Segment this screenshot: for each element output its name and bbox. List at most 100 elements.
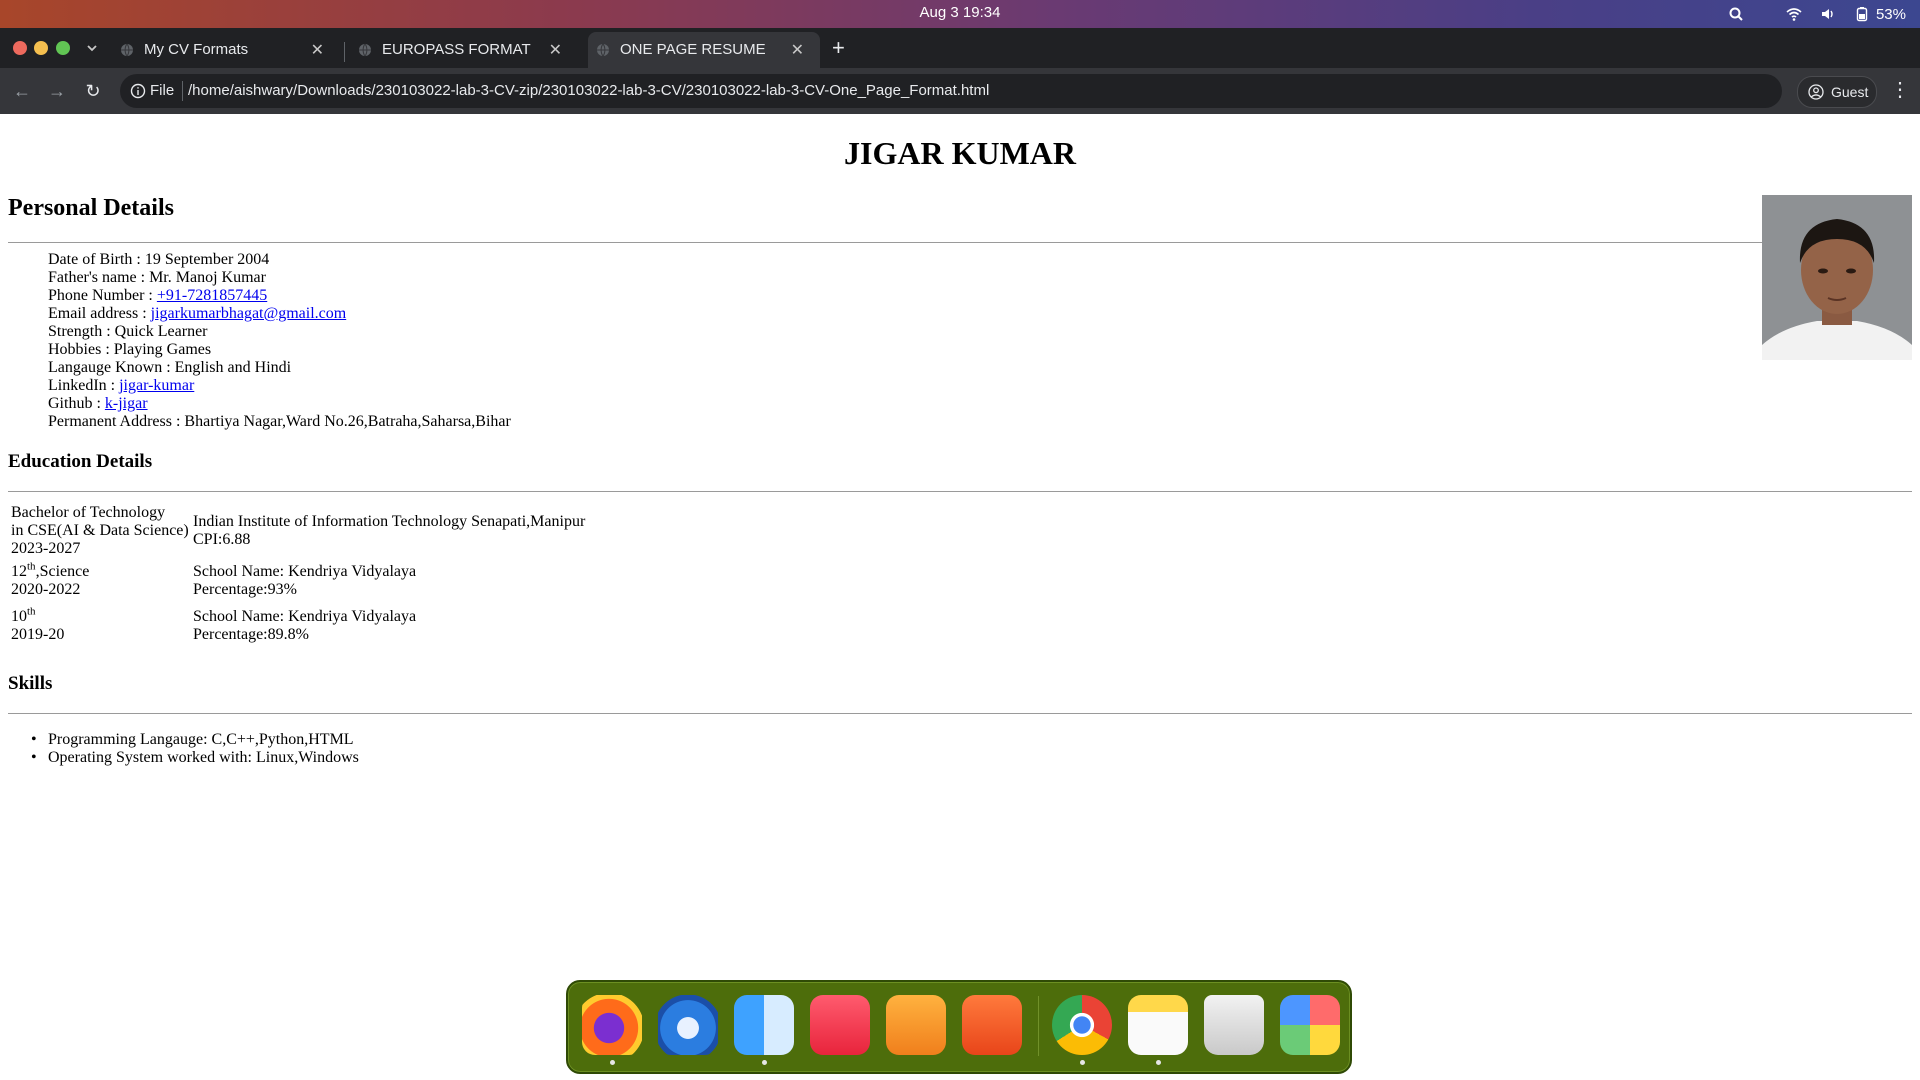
- wifi-icon[interactable]: [1786, 6, 1802, 22]
- globe-icon: [121, 43, 133, 57]
- running-indicator: [762, 1060, 767, 1065]
- languages-label: Langauge Known :: [48, 359, 175, 376]
- personal-details-list: Date of Birth : 19 September 2004 Father…: [48, 251, 511, 431]
- strength-row: Strength : Quick Learner: [48, 323, 511, 341]
- degree-line1: Bachelor of Technology: [11, 504, 166, 521]
- grade-years: 2020-2022: [11, 581, 81, 598]
- institute-score: CPI:6.88: [193, 531, 251, 548]
- divider: [8, 713, 1912, 714]
- education-row-10th-school: School Name: Kendriya Vidyalaya Percenta…: [193, 608, 416, 644]
- profile-icon: [1808, 84, 1824, 100]
- resume-name: JIGAR KUMAR: [844, 135, 1076, 171]
- tab-title: EUROPASS FORMAT: [382, 41, 531, 58]
- languages-row: Langauge Known : English and Hindi: [48, 359, 511, 377]
- education-row-12th: 12th,Science 2020-2022: [11, 560, 89, 599]
- firefox-icon[interactable]: [582, 995, 642, 1055]
- divider: [8, 242, 1762, 243]
- search-icon[interactable]: [1728, 6, 1744, 22]
- father-value: Mr. Manoj Kumar: [149, 269, 266, 286]
- address-bar[interactable]: File /home/aishwary/Downloads/230103022-…: [120, 74, 1782, 108]
- linkedin-row: LinkedIn : jigar-kumar: [48, 377, 511, 395]
- music-icon[interactable]: [810, 995, 870, 1055]
- tab-europass-format[interactable]: EUROPASS FORMAT ✕: [346, 32, 578, 68]
- maximize-window-button[interactable]: [56, 41, 70, 55]
- education-row-12th-school: School Name: Kendriya Vidyalaya Percenta…: [193, 563, 416, 599]
- strength-label: Strength :: [48, 323, 115, 340]
- chrome-icon[interactable]: [1052, 995, 1112, 1055]
- trash-icon[interactable]: [1204, 995, 1264, 1055]
- languages-value: English and Hindi: [174, 359, 292, 376]
- close-tab-icon[interactable]: ✕: [791, 40, 804, 60]
- tab-title: My CV Formats: [144, 41, 249, 58]
- grade-suffix-sup: th: [27, 605, 36, 618]
- dob-row: Date of Birth : 19 September 2004: [48, 251, 511, 269]
- notes-icon[interactable]: [1128, 995, 1188, 1055]
- forward-icon[interactable]: →: [47, 81, 67, 101]
- tab-title: ONE PAGE RESUME: [620, 41, 766, 58]
- launchpad-icon[interactable]: [1280, 995, 1340, 1055]
- volume-icon[interactable]: [1820, 6, 1836, 22]
- grade-number: 12: [11, 563, 27, 580]
- battery-percent: 53%: [1875, 5, 1906, 23]
- close-window-button[interactable]: [13, 41, 27, 55]
- kebab-menu-icon[interactable]: ⋮: [1890, 80, 1910, 100]
- hobbies-label: Hobbies :: [48, 341, 114, 358]
- new-tab-button[interactable]: +: [832, 35, 845, 61]
- divider: [8, 491, 1912, 492]
- running-indicator: [610, 1060, 615, 1065]
- email-label: Email address :: [48, 305, 151, 322]
- battery-indicator[interactable]: 53%: [1854, 6, 1906, 23]
- chevron-down-icon[interactable]: [84, 40, 100, 56]
- battery-icon: [1856, 7, 1868, 22]
- list-item: Programming Langauge: C,C++,Python,HTML: [31, 731, 359, 749]
- github-label: Github :: [48, 395, 105, 412]
- email-link[interactable]: jigarkumarbhagat@gmail.com: [151, 305, 347, 322]
- profile-button[interactable]: Guest: [1797, 76, 1877, 108]
- skills-list: Programming Langauge: C,C++,Python,HTML …: [31, 731, 359, 767]
- dob-value: 19 September 2004: [144, 251, 270, 268]
- url-text[interactable]: /home/aishwary/Downloads/230103022-lab-3…: [188, 82, 989, 99]
- education-row-degree-institute: Indian Institute of Information Technolo…: [193, 513, 585, 549]
- reload-icon[interactable]: ↻: [83, 81, 103, 101]
- profile-photo: [1762, 195, 1912, 360]
- browser-toolbar: ← → ↻ File /home/aishwary/Downloads/2301…: [0, 68, 1920, 114]
- grade-years: 2019-20: [11, 626, 65, 643]
- phone-link[interactable]: +91-7281857445: [157, 287, 267, 304]
- strength-value: Quick Learner: [114, 323, 208, 340]
- thunderbird-icon[interactable]: [658, 995, 718, 1055]
- grade-number: 10: [11, 608, 27, 625]
- grade-12: 12th,Science: [11, 560, 89, 581]
- github-link[interactable]: k-jigar: [105, 395, 148, 412]
- resume-page: JIGAR KUMAR Personal Details Date of Bir…: [0, 115, 1920, 1080]
- tab-one-page-resume[interactable]: ONE PAGE RESUME ✕: [588, 32, 820, 68]
- clock[interactable]: Aug 3 19:34: [0, 0, 1920, 28]
- running-indicator: [1156, 1060, 1161, 1065]
- close-tab-icon[interactable]: ✕: [311, 40, 324, 60]
- education-row-10th: 10th 2019-20: [11, 605, 65, 644]
- tab-my-cv-formats[interactable]: My CV Formats ✕: [108, 32, 340, 68]
- father-row: Father's name : Mr. Manoj Kumar: [48, 269, 511, 287]
- close-tab-icon[interactable]: ✕: [549, 40, 562, 60]
- linkedin-link[interactable]: jigar-kumar: [119, 377, 194, 394]
- personal-details-heading: Personal Details: [8, 195, 174, 221]
- minimize-window-button[interactable]: [34, 41, 48, 55]
- education-row-degree: Bachelor of Technology in CSE(AI & Data …: [11, 504, 189, 558]
- linkedin-label: LinkedIn :: [48, 377, 120, 394]
- hobbies-row: Hobbies : Playing Games: [48, 341, 511, 359]
- tab-divider: [344, 42, 345, 62]
- skills-heading: Skills: [8, 673, 53, 694]
- finder-icon[interactable]: [734, 995, 794, 1055]
- grade-suffix-sup: th: [27, 560, 36, 573]
- institute-name: Indian Institute of Information Technolo…: [193, 513, 586, 530]
- info-icon[interactable]: [130, 83, 146, 99]
- pages-icon[interactable]: [886, 995, 946, 1055]
- dock: [566, 980, 1352, 1074]
- globe-icon: [597, 43, 609, 57]
- browser-tab-strip: My CV Formats ✕ EUROPASS FORMAT ✕ ONE PA…: [0, 28, 1920, 68]
- app-store-icon[interactable]: [962, 995, 1022, 1055]
- github-row: Github : k-jigar: [48, 395, 511, 413]
- globe-icon: [359, 43, 371, 57]
- address-row: Permanent Address : Bhartiya Nagar,Ward …: [48, 413, 511, 431]
- back-icon[interactable]: ←: [12, 81, 32, 101]
- system-top-bar: Aug 3 19:34 53%: [0, 0, 1920, 28]
